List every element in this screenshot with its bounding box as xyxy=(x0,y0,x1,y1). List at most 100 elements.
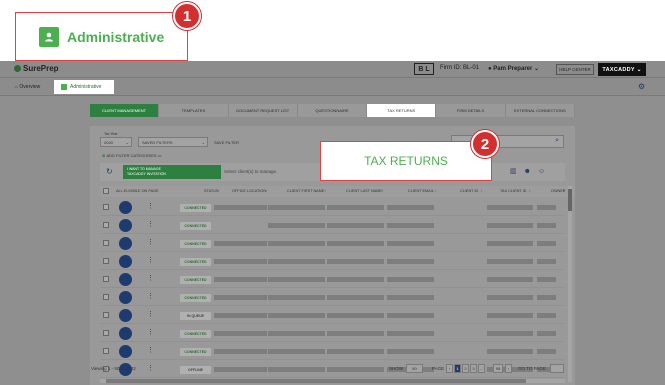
more-icon[interactable]: ⋮ xyxy=(147,238,154,246)
sort-icon[interactable]: ↑ xyxy=(529,189,531,193)
table-row[interactable]: ⋮ CONNECTED xyxy=(100,235,565,252)
sort-icon[interactable]: ↑ xyxy=(381,189,383,193)
sort-icon[interactable]: ↑ xyxy=(265,189,267,193)
redacted-cell xyxy=(537,259,556,264)
redacted-cell xyxy=(487,259,533,264)
row-checkbox[interactable] xyxy=(103,294,109,300)
column-header[interactable]: TAX CLIENT ID xyxy=(500,189,526,193)
vertical-scrollbar[interactable] xyxy=(568,186,572,382)
columns-icon[interactable]: ▥ xyxy=(510,168,524,175)
row-checkbox[interactable] xyxy=(103,258,109,264)
redacted-cell xyxy=(537,295,556,300)
sort-icon[interactable]: ↑ xyxy=(218,189,220,193)
manage-invitation-dropdown[interactable]: I WANT TO MANAGE TAXCADDY INVITATION xyxy=(123,165,221,179)
add-filter-link[interactable]: ⊕ ADD FILTER CATEGORIES ▭ xyxy=(102,153,161,158)
step-2-badge: 2 xyxy=(471,130,499,158)
nav-administrative[interactable]: Administrative xyxy=(54,80,114,94)
row-checkbox[interactable] xyxy=(103,240,109,246)
table-row[interactable]: ⋮ CONNECTED xyxy=(100,289,565,306)
page-button[interactable]: ... xyxy=(478,364,485,373)
row-checkbox[interactable] xyxy=(103,330,109,336)
row-checkbox[interactable] xyxy=(103,276,109,282)
more-icon[interactable]: ⋮ xyxy=(147,292,154,300)
redacted-cell xyxy=(268,295,325,300)
page-button[interactable]: 1 xyxy=(454,364,461,373)
table-row[interactable]: ⋮ CONNECTED xyxy=(100,199,565,216)
tab-6[interactable]: EXTERNAL CONNECTIONS xyxy=(506,104,575,117)
avatar xyxy=(119,309,132,322)
avatar xyxy=(119,327,132,340)
more-icon[interactable]: ⋮ xyxy=(147,202,154,210)
users-icon[interactable]: ☺ xyxy=(538,168,552,175)
column-header[interactable]: OFFICE LOCATION xyxy=(232,189,266,193)
row-checkbox[interactable] xyxy=(103,348,109,354)
page-button[interactable]: 3 xyxy=(470,364,477,373)
table-row[interactable]: ⋮ IN QUEUE xyxy=(100,307,565,324)
avatar xyxy=(119,255,132,268)
table-row[interactable]: ⋮ CONNECTED xyxy=(100,325,565,342)
tax-year-select[interactable]: 2020 ⌄ xyxy=(100,137,132,147)
more-icon[interactable]: ⋮ xyxy=(147,274,154,282)
table-row[interactable]: ⋮ CONNECTED xyxy=(100,253,565,270)
prev-page-button[interactable]: ‹ xyxy=(446,364,453,373)
more-icon[interactable]: ⋮ xyxy=(147,328,154,336)
redacted-cell xyxy=(487,313,533,318)
select-all-checkbox[interactable] xyxy=(103,188,109,194)
row-checkbox[interactable] xyxy=(103,222,109,228)
tab-0[interactable]: CLIENT MANAGEMENT xyxy=(90,104,160,117)
row-checkbox[interactable] xyxy=(103,312,109,318)
page-size-select[interactable]: 50 xyxy=(406,364,423,373)
go-to-page-label: GO TO PAGE xyxy=(518,366,546,371)
column-header[interactable]: CLIENT ID xyxy=(460,189,478,193)
column-header[interactable]: CLIENT EMAIL xyxy=(408,189,434,193)
saved-filters-select[interactable]: SAVED FILTERS ⌄ xyxy=(138,137,208,147)
next-page-button[interactable]: › xyxy=(505,364,512,373)
nav-bar: ⌂ Overview Administrative ⚙ xyxy=(0,78,665,96)
more-icon[interactable]: ⋮ xyxy=(147,220,154,228)
page-button[interactable]: 2 xyxy=(462,364,469,373)
sort-icon[interactable]: ↑ xyxy=(563,189,565,193)
page-button[interactable]: 95 xyxy=(493,364,503,373)
column-header[interactable]: ALL ELIGIBLE ON PAGE xyxy=(116,189,159,193)
sort-icon[interactable]: ↑ xyxy=(480,189,482,193)
redacted-cell xyxy=(387,223,434,228)
user-add-icon[interactable]: ☻ xyxy=(524,168,538,175)
help-center-button[interactable]: HELP CENTER xyxy=(556,64,594,75)
status-badge: CONNECTED xyxy=(180,276,211,284)
table-row[interactable]: ⋮ CONNECTED xyxy=(100,217,565,234)
status-badge: CONNECTED xyxy=(180,330,211,338)
refresh-icon[interactable]: ↻ xyxy=(106,167,113,176)
redacted-cell xyxy=(537,205,556,210)
column-header[interactable]: STATUS xyxy=(204,189,218,193)
go-to-page-input[interactable] xyxy=(550,364,564,373)
tab-2[interactable]: DOCUMENT REQUEST LIST xyxy=(229,104,298,117)
tab-1[interactable]: TEMPLATES xyxy=(159,104,229,117)
redacted-cell xyxy=(537,223,556,228)
redacted-cell xyxy=(487,277,533,282)
redacted-cell xyxy=(327,223,384,228)
column-header[interactable]: CLIENT FIRST NAME xyxy=(287,189,324,193)
more-icon[interactable]: ⋮ xyxy=(147,256,154,264)
more-icon[interactable]: ⋮ xyxy=(147,346,154,354)
tab-4[interactable]: TAX RETURNS xyxy=(367,104,437,117)
redacted-cell xyxy=(214,313,267,318)
user-menu[interactable]: ● Pam Preparer ⌄ xyxy=(488,65,539,72)
tab-5[interactable]: FIRM DETAILS xyxy=(436,104,506,117)
table-row[interactable]: ⋮ CONNECTED xyxy=(100,271,565,288)
row-checkbox[interactable] xyxy=(103,204,109,210)
avatar xyxy=(119,201,132,214)
sort-icon[interactable]: ↑ xyxy=(325,189,327,193)
avatar xyxy=(119,291,132,304)
redacted-cell xyxy=(214,277,267,282)
avatar xyxy=(119,345,132,358)
taxcaddy-button[interactable]: TAXCADDY ⌄ xyxy=(598,63,646,76)
sort-icon[interactable]: ↑ xyxy=(435,189,437,193)
column-header[interactable]: CLIENT LAST NAME xyxy=(346,189,382,193)
sureprep-logo: SurePrep xyxy=(14,64,59,73)
tab-3[interactable]: QUESTIONNAIRE xyxy=(298,104,368,117)
redacted-cell xyxy=(537,313,556,318)
gear-icon[interactable]: ⚙ xyxy=(638,82,645,91)
save-filter-link[interactable]: SAVE FILTER xyxy=(214,140,239,145)
more-icon[interactable]: ⋮ xyxy=(147,310,154,318)
nav-overview[interactable]: ⌂ Overview xyxy=(15,84,40,90)
